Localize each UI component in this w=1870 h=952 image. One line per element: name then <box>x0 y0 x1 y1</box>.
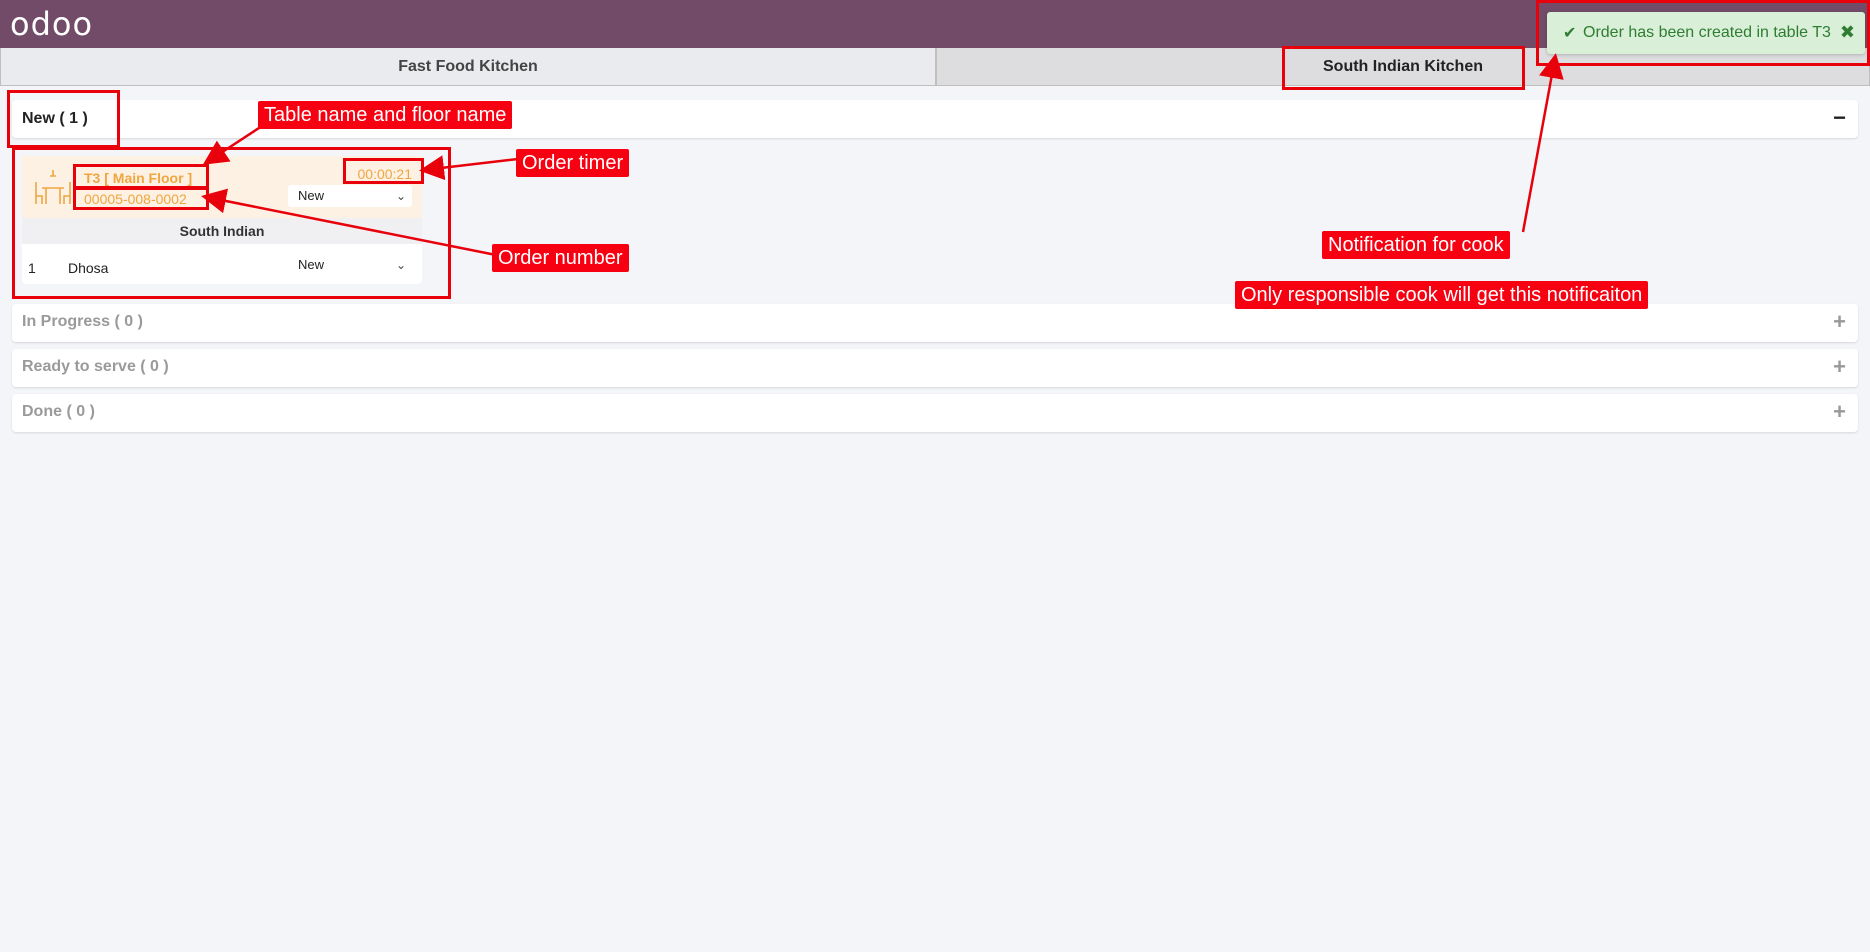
section-done[interactable]: Done ( 0 ) + <box>12 394 1858 432</box>
annotation-box-tab <box>1282 46 1525 90</box>
annotation-box-timer <box>343 158 424 184</box>
tab-fast-food-kitchen[interactable]: Fast Food Kitchen <box>0 48 936 86</box>
annotation-order-number: Order number <box>492 244 629 272</box>
odoo-logo[interactable]: odoo <box>10 6 93 42</box>
annotation-arrows <box>201 53 1564 257</box>
annotation-box-order-number <box>73 186 209 210</box>
annotation-box-notification <box>1536 0 1870 66</box>
section-in-progress-title: In Progress ( 0 ) <box>22 313 143 330</box>
expand-icon[interactable]: + <box>1833 400 1846 424</box>
annotation-responsible-cook: Only responsible cook will get this noti… <box>1235 281 1649 309</box>
section-in-progress[interactable]: In Progress ( 0 ) + <box>12 304 1858 342</box>
section-ready-title: Ready to serve ( 0 ) <box>22 358 169 375</box>
annotation-notification: Notification for cook <box>1322 231 1510 259</box>
expand-icon[interactable]: + <box>1833 310 1846 334</box>
section-done-title: Done ( 0 ) <box>22 403 95 420</box>
expand-icon[interactable]: + <box>1833 355 1846 379</box>
annotation-box-new-section <box>7 90 120 148</box>
annotation-order-timer: Order timer <box>516 149 630 177</box>
section-ready-to-serve[interactable]: Ready to serve ( 0 ) + <box>12 349 1858 387</box>
collapse-icon[interactable]: − <box>1833 106 1846 130</box>
annotation-table-floor: Table name and floor name <box>258 101 513 129</box>
